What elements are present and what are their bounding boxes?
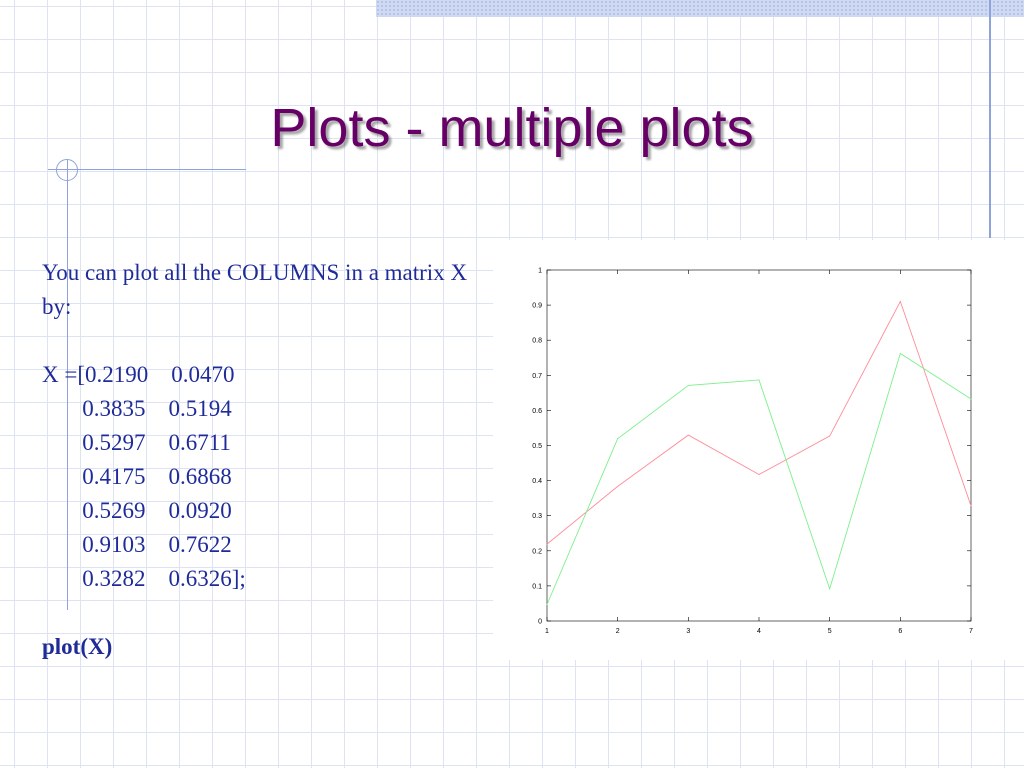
matrix-line: 0.3282 0.6326]; [42, 566, 246, 591]
series-line-1 [546, 300, 972, 545]
y-tick-label: 0.1 [532, 583, 542, 590]
y-tick-label: 0.8 [532, 338, 542, 345]
y-tick-label: 0.2 [532, 548, 542, 555]
series-2-point [687, 384, 689, 386]
series-1-point [899, 300, 901, 302]
top-decorative-band [376, 0, 1024, 17]
series-1-point [758, 473, 760, 475]
series-2-point [617, 438, 619, 440]
matrix-line: 0.3835 0.5194 [42, 396, 232, 421]
matrix-line: 0.5269 0.0920 [42, 498, 232, 523]
x-tick-label: 4 [757, 628, 761, 635]
series-1-point [970, 505, 972, 507]
series-2-point [829, 588, 831, 590]
series-2-point [546, 604, 548, 606]
y-tick-label: 0.3 [532, 513, 542, 520]
matrix-line: X =[0.2190 0.0470 [42, 362, 235, 387]
series-1-point [546, 543, 548, 545]
series-1-point [687, 434, 689, 436]
chart-panel: 0 0.1 0.2 0.3 0.4 0.5 0.6 0.7 0.8 0.9 1 1 2 3 4 5 6 7 [493, 240, 1024, 660]
y-tick-label: 0.6 [532, 408, 542, 415]
y-tick-label: 0.9 [532, 303, 542, 310]
x-tick-label: 1 [545, 628, 549, 635]
y-tick-label: 1 [538, 268, 542, 275]
series-line-2 [546, 352, 972, 605]
circle-accent [56, 159, 78, 181]
series-2-point [899, 352, 901, 354]
x-tick-label: 6 [898, 628, 902, 635]
x-tick-label: 2 [616, 628, 620, 635]
y-tick-label: 0.4 [532, 478, 542, 485]
slide-title: Plots - multiple plots [270, 98, 754, 158]
y-tick-label: 0 [538, 619, 542, 626]
slide-body: You can plot all the COLUMNS in a matrix… [42, 256, 482, 664]
plot-command: plot(X) [42, 634, 113, 659]
matrix-line: 0.9103 0.7622 [42, 532, 232, 557]
x-tick-label: 7 [969, 628, 973, 635]
y-tick-label: 0.5 [532, 443, 542, 450]
series-2-point [970, 398, 972, 400]
matrix-line: 0.4175 0.6868 [42, 464, 232, 489]
matrix-line: 0.5297 0.6711 [42, 430, 231, 455]
series-1-point [829, 435, 831, 437]
series-1-point [617, 485, 619, 487]
series-2-point [758, 379, 760, 381]
x-tick-label: 3 [686, 628, 690, 635]
x-tick-label: 5 [828, 628, 832, 635]
series-lines [546, 300, 972, 606]
intro-text: You can plot all the COLUMNS in a matrix… [42, 260, 468, 319]
y-tick-label: 0.7 [532, 373, 542, 380]
axis-ticks: 0 0.1 0.2 0.3 0.4 0.5 0.6 0.7 0.8 0.9 1 1 2 3 4 5 6 7 [532, 268, 973, 636]
line-chart: 0 0.1 0.2 0.3 0.4 0.5 0.6 0.7 0.8 0.9 1 1 2 3 4 5 6 7 [532, 268, 973, 636]
